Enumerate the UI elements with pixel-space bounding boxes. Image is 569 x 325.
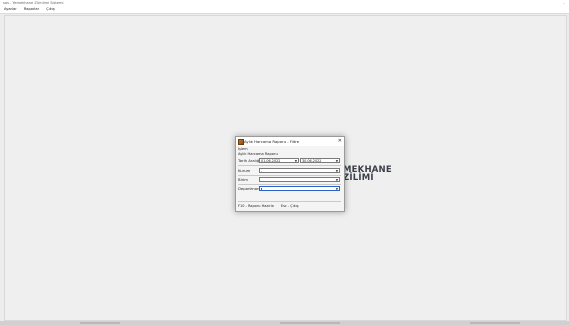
taskbar-segment xyxy=(470,322,520,324)
dialog-title: Aylık Harcama Raporu - Filtre xyxy=(244,139,300,144)
taskbar-strip xyxy=(0,321,569,325)
text-cursor xyxy=(261,188,262,191)
brand-logo-text: MEKHANE ZİLİMİ xyxy=(343,166,392,183)
menu-item-ayarlar[interactable]: Ayarlar xyxy=(4,6,17,13)
menu-bar: Ayarlar Raporlar Çıkış xyxy=(0,6,569,14)
menu-item-raporlar[interactable]: Raporlar xyxy=(24,6,39,13)
report-filter-dialog: Aylık Harcama Raporu - Filtre ✕ İşlem Ay… xyxy=(235,136,345,212)
dialog-title-bar[interactable]: Aylık Harcama Raporu - Filtre ✕ xyxy=(236,137,344,146)
chevron-down-icon[interactable]: ▼ xyxy=(336,169,338,174)
departman-label: Departman xyxy=(238,186,260,191)
exit-shortcut[interactable]: Esc - Çıkış xyxy=(281,204,299,208)
date-from-field[interactable]: 01.06.2022 ▼ xyxy=(259,158,299,163)
dialog-menu-islem[interactable]: İşlem xyxy=(238,147,248,151)
taskbar-segment xyxy=(280,322,340,324)
birim-label: Birim xyxy=(238,177,248,182)
menu-item-cikis[interactable]: Çıkış xyxy=(46,6,54,13)
close-icon[interactable]: ✕ xyxy=(338,138,342,145)
departman-select[interactable]: ▼ xyxy=(259,186,340,191)
dialog-footer: F10 - Raporu Hazırla Esc - Çıkış xyxy=(238,204,305,208)
divider xyxy=(238,165,341,166)
date-from-value: 01.06.2022 xyxy=(261,159,281,163)
date-to-field[interactable]: 30.06.2022 ▼ xyxy=(300,158,340,163)
chevron-down-icon[interactable]: ▼ xyxy=(336,159,338,164)
date-to-value: 30.06.2022 xyxy=(302,159,322,163)
kurum-select[interactable]: - ▼ xyxy=(259,168,340,173)
divider xyxy=(238,184,341,185)
kurum-value: - xyxy=(261,169,263,173)
footer-divider xyxy=(238,201,341,202)
taskbar-segment xyxy=(80,322,120,324)
chevron-down-icon[interactable]: ▼ xyxy=(336,187,338,192)
chevron-down-icon[interactable]: ▼ xyxy=(336,178,338,183)
date-range-label: Tarih Aralığı xyxy=(238,158,261,163)
chevron-down-icon[interactable]: ▼ xyxy=(295,159,297,164)
dialog-header-label: Aylık Harcama Raporu xyxy=(238,152,278,156)
birim-select[interactable]: ▼ xyxy=(259,177,340,182)
divider xyxy=(238,175,341,176)
brand-logo-line-2: ZİLİMİ xyxy=(343,173,374,183)
prepare-report-shortcut[interactable]: F10 - Raporu Hazırla xyxy=(238,204,274,208)
application-window: sas - Yemekhane Zümlimi Sistemi – Ayarla… xyxy=(0,0,569,325)
kurum-label: Kurum xyxy=(238,168,251,173)
